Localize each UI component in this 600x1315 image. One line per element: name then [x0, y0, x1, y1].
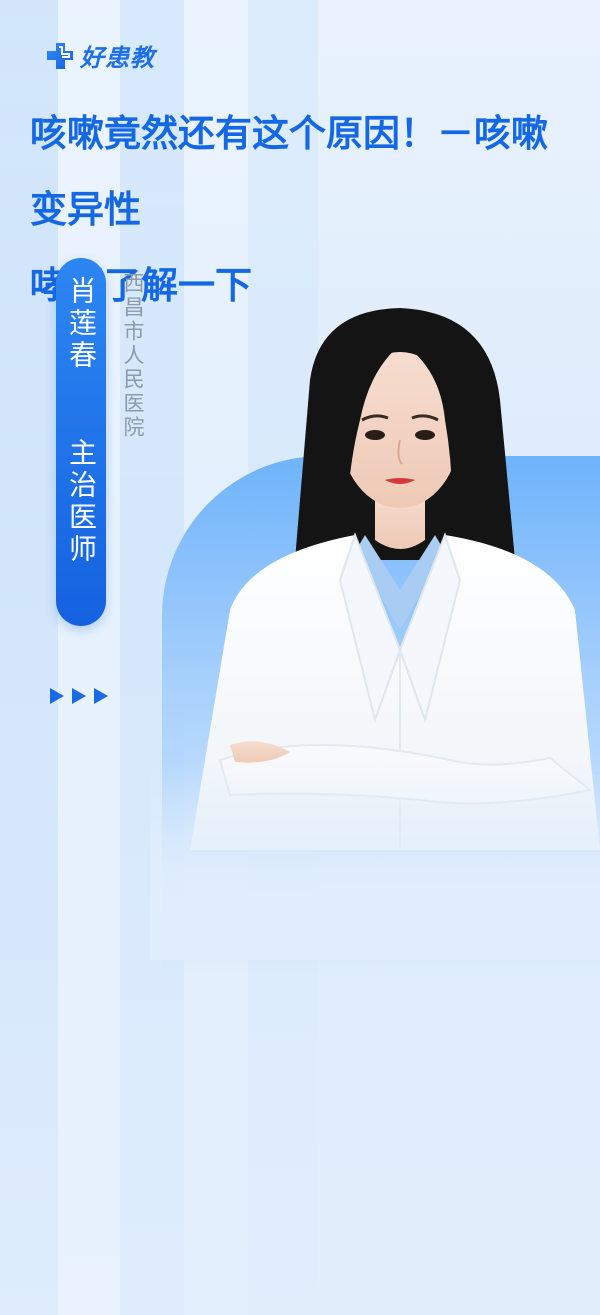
- logo-text: 好患教: [80, 44, 155, 72]
- portrait-fade: [150, 760, 600, 960]
- doctor-hospital: 西昌市人民医院: [121, 272, 145, 440]
- cross-logo-icon: [47, 42, 73, 69]
- play-arrows: [50, 688, 108, 704]
- brand-logo[interactable]: 好患教: [44, 38, 155, 73]
- title-line-1: 咳嗽竟然还有这个原因！－咳嗽变异性: [30, 112, 548, 231]
- doctor-name: 肖莲春: [65, 276, 98, 372]
- play-arrow-icon: [50, 688, 64, 704]
- doctor-title: 主治医师: [65, 438, 98, 566]
- play-arrow-icon: [94, 688, 108, 704]
- doctor-name-badge: 肖莲春 主治医师: [56, 258, 106, 626]
- play-arrow-icon: [72, 688, 86, 704]
